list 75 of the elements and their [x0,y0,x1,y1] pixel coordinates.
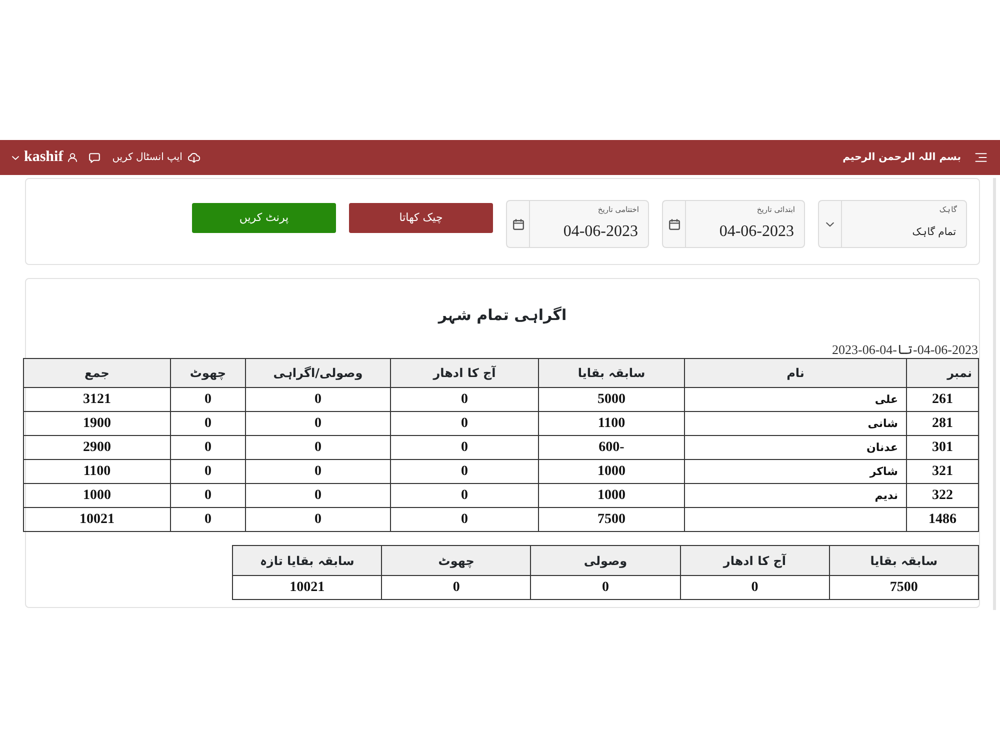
table-cell: 5000 [538,388,684,412]
report-title: اگراہی تمام شہر [436,305,568,326]
table-cell: 7500 [538,508,684,532]
table-cell: 0 [246,460,390,484]
table-cell: 0 [680,576,830,600]
table-cell: 1100 [24,460,170,484]
column-header: نام [684,358,906,388]
user-menu-button[interactable]: kashif [12,149,78,166]
column-header: جمع [24,358,170,388]
table-cell: 0 [246,412,390,436]
table-cell: 0 [170,484,246,508]
table-cell: 0 [246,436,390,460]
table-cell: 10021 [24,508,170,532]
chevron-down-icon [826,222,834,226]
table-cell: 10021 [232,576,382,600]
calendar-icon [512,218,524,230]
column-header: سابقہ بقایا [829,546,978,576]
table-cell: 7500 [829,576,978,600]
calendar-button[interactable] [662,200,685,248]
chat-icon[interactable] [89,152,100,162]
table-cell: 0 [170,412,246,436]
column-header: نمبر [906,358,978,388]
menu-icon[interactable] [975,153,987,162]
check-ledger-button[interactable]: چیک کھاتا [349,203,493,233]
table-cell: 301 [906,436,978,460]
table-cell: 0 [390,508,538,532]
table-cell: عدنان [684,436,906,460]
table-cell: 322 [906,484,978,508]
install-app-link[interactable]: ایپ انسٹال کریں [112,150,200,165]
table-cell: علی [684,388,906,412]
table-cell: 0 [382,576,531,600]
table-cell: 1000 [24,484,170,508]
table-cell: 321 [906,460,978,484]
table-cell: 0 [170,388,246,412]
table-cell: 0 [390,484,538,508]
table-cell: شانی [684,412,906,436]
column-header: آج کا ادھار [390,358,538,388]
column-header: وصولی [530,546,680,576]
table-cell: 0 [530,576,680,600]
column-header: سابقہ بقایا [538,358,684,388]
table-cell: 1900 [24,412,170,436]
user-icon [68,153,78,162]
cloud-download-icon [188,152,200,162]
table-cell: 281 [906,412,978,436]
print-button[interactable]: پرنٹ کریں [192,203,336,233]
table-cell: 0 [170,436,246,460]
table-cell: -600 [538,436,684,460]
chevron-down-icon [12,156,19,160]
table-cell: 261 [906,388,978,412]
table-cell: 1100 [538,412,684,436]
date-range-text: 04-06-2023-تا-04-06-2023 [830,342,979,358]
table-cell: 1000 [538,484,684,508]
calendar-button[interactable] [506,200,529,248]
table-cell: ندیم [684,484,906,508]
table-cell: 0 [170,508,246,532]
table-cell: 0 [390,436,538,460]
table-cell: 0 [390,412,538,436]
column-header: سابقہ بقایا تازہ [232,546,382,576]
column-header: چھوٹ [382,546,531,576]
table-cell: 0 [390,388,538,412]
column-header: آج کا ادھار [680,546,830,576]
column-header: چھوٹ [170,358,246,388]
table-cell: 0 [246,484,390,508]
table-cell: 1000 [538,460,684,484]
table-cell: 0 [246,508,390,532]
table-cell: 3121 [24,388,170,412]
brand-title: بسم اللہ الرحمن الرحیم [842,151,961,165]
calendar-icon [668,218,680,230]
table-cell: شاکر [684,460,906,484]
table-cell: 0 [246,388,390,412]
table-cell: 0 [390,460,538,484]
table-cell: 0 [170,460,246,484]
table-cell: 2900 [24,436,170,460]
table-cell: 1486 [906,508,978,532]
column-header: وصولی/اگراہی [246,358,390,388]
